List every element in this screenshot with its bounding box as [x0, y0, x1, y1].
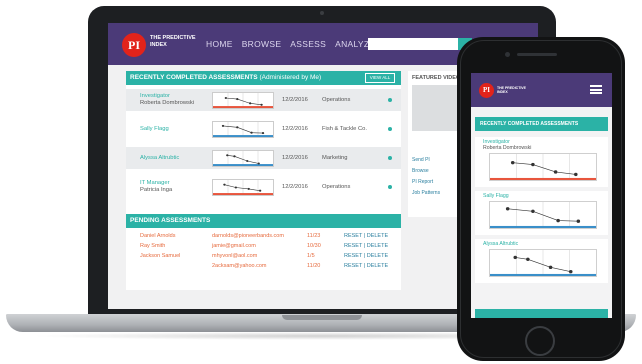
pattern-graph: [490, 202, 596, 228]
pending-name: Ray Smith: [140, 243, 166, 249]
person-name: Sally Flagg: [483, 193, 509, 199]
table-row[interactable]: IT Manager Patricia Inga 12/2/2016 Operatio…: [126, 176, 401, 198]
mobile-logo-text: THE PREDICTIVE INDEX: [497, 86, 526, 94]
pending-date: 11/20: [307, 263, 321, 269]
phone-screen: PI THE PREDICTIVE INDEX RECENTLY COMPLET…: [471, 73, 612, 318]
recent-assessments-header: RECENTLY COMPLETED ASSESSMENTS (Administ…: [126, 71, 401, 85]
logo-text: THE PREDICTIVE INDEX: [150, 35, 196, 48]
mobile-assessment-card[interactable]: Alyssa Altrubtic: [475, 239, 608, 283]
pattern-graph: [213, 122, 273, 137]
hamburger-menu-icon[interactable]: [590, 85, 602, 94]
nav-assess[interactable]: ASSESS: [290, 39, 326, 49]
pending-row: Jackson Samuel mhyvonl@aol.com 1/5 RESET | …: [140, 253, 395, 263]
pending-date: 1/5: [307, 253, 315, 259]
nav-menu: HOME BROWSE ASSESS ANALYZE: [206, 39, 375, 49]
assessment-department: Fish & Tackle Co.: [322, 126, 367, 132]
person-name: Alyssa Altrubtic: [483, 241, 519, 247]
person-name: Roberta Dombrowski: [140, 100, 195, 106]
pending-email: darnolds@pioneerbands.com: [212, 233, 284, 239]
search-input[interactable]: [368, 38, 458, 50]
person-role: Investigator: [140, 93, 170, 99]
nav-browse[interactable]: BROWSE: [242, 39, 282, 49]
assessment-date: 12/2/2016: [282, 155, 308, 161]
assessment-department: Operations: [322, 184, 351, 190]
assessment-department: Operations: [322, 97, 351, 103]
pending-date: 10/30: [307, 243, 321, 249]
pending-assessments-header: PENDING ASSESSMENTS: [126, 214, 401, 228]
mobile-assessment-card[interactable]: Investigator Roberta Dombrowski: [475, 137, 608, 187]
pattern-graph-box: [212, 179, 274, 196]
status-dot-icon: [388, 98, 392, 102]
pattern-graph: [490, 250, 596, 276]
pattern-graph: [213, 93, 273, 108]
pending-assessments-panel: PENDING ASSESSMENTS Daniel Arnolds darnol…: [126, 214, 401, 290]
mobile-pattern-graph-box: [489, 153, 597, 181]
mobile-navbar: PI THE PREDICTIVE INDEX: [471, 73, 612, 107]
person-name: Roberta Dombrowski: [483, 145, 532, 151]
laptop-camera: [320, 11, 324, 15]
reset-delete-link[interactable]: RESET | DELETE: [344, 253, 388, 259]
laptop-notch: [282, 315, 362, 320]
pattern-graph-box: [212, 92, 274, 109]
phone-camera: [505, 52, 510, 57]
person-name: Sally Flagg: [140, 126, 169, 132]
table-row[interactable]: Sally Flagg 12/2/2016 Fish & Tackle Co.: [126, 118, 401, 140]
assessment-person[interactable]: Alyssa Altrubtic: [140, 155, 206, 162]
person-name: Alyssa Altrubtic: [140, 155, 180, 161]
mobile-pattern-graph-box: [489, 201, 597, 229]
assessment-person[interactable]: IT Manager Patricia Inga: [140, 180, 206, 194]
pattern-graph: [213, 151, 273, 166]
link-send-pi[interactable]: Send PI: [412, 155, 440, 166]
status-dot-icon: [388, 185, 392, 189]
assessment-date: 12/2/2016: [282, 97, 308, 103]
status-dot-icon: [388, 156, 392, 160]
recent-assessments-title: RECENTLY COMPLETED ASSESSMENTS (Administ…: [130, 74, 322, 81]
assessment-date: 12/2/2016: [282, 126, 308, 132]
mobile-person: Alyssa Altrubtic: [483, 241, 518, 247]
pending-row: Daniel Arnolds darnolds@pioneerbands.com 1…: [140, 233, 395, 243]
pending-date: 11/23: [307, 233, 321, 239]
status-dot-icon: [388, 127, 392, 131]
reset-delete-link[interactable]: RESET | DELETE: [344, 233, 388, 239]
mobile-pattern-graph-box: [489, 249, 597, 277]
pending-row: Ray Smith jamie@gmail.com 10/30 RESET | DEL…: [140, 243, 395, 253]
phone-speaker: [517, 53, 557, 56]
pending-assessments-title: PENDING ASSESSMENTS: [130, 217, 211, 224]
pending-name: Jackson Samuel: [140, 253, 181, 259]
pending-name: Daniel Arnolds: [140, 233, 176, 239]
table-row[interactable]: Alyssa Altrubtic 12/2/2016 Marketing: [126, 147, 401, 169]
pattern-graph-box: [212, 150, 274, 167]
reset-delete-link[interactable]: RESET | DELETE: [344, 263, 388, 269]
assessment-date: 12/2/2016: [282, 184, 308, 190]
person-role: IT Manager: [140, 180, 170, 186]
pending-email: 2acksam@yahoo.com: [212, 263, 267, 269]
home-button[interactable]: [525, 326, 555, 356]
reset-delete-link[interactable]: RESET | DELETE: [344, 243, 388, 249]
mobile-assessment-card[interactable]: Sally Flagg: [475, 191, 608, 235]
pattern-graph: [490, 154, 596, 180]
assessment-department: Marketing: [322, 155, 348, 161]
view-all-button[interactable]: VIEW ALL: [365, 73, 395, 83]
person-name: Patricia Inga: [140, 187, 173, 193]
recent-assessments-panel: RECENTLY COMPLETED ASSESSMENTS (Administ…: [126, 71, 401, 217]
pattern-graph-box: [212, 121, 274, 138]
mobile-recent-title: RECENTLY COMPLETED ASSESSMENTS: [480, 121, 579, 127]
mobile-person: Sally Flagg: [483, 193, 509, 199]
pending-email: jamie@gmail.com: [212, 243, 256, 249]
mobile-footer-bar: [475, 309, 608, 318]
pending-email: mhyvonl@aol.com: [212, 253, 258, 259]
mobile-pi-logo-icon[interactable]: PI: [479, 83, 494, 98]
assessment-person[interactable]: Investigator Roberta Dombrowski: [140, 93, 206, 107]
assessment-person[interactable]: Sally Flagg: [140, 126, 206, 133]
pi-logo-icon[interactable]: PI: [122, 33, 146, 57]
link-pi-report[interactable]: PI Report: [412, 177, 440, 188]
link-browse[interactable]: Browse: [412, 166, 440, 177]
nav-home[interactable]: HOME: [206, 39, 233, 49]
pending-row: 2acksam@yahoo.com 11/20 RESET | DELETE: [140, 263, 395, 273]
mobile-recent-header: RECENTLY COMPLETED ASSESSMENTS: [475, 117, 608, 131]
mobile-person: Investigator Roberta Dombrowski: [483, 139, 531, 151]
table-row[interactable]: Investigator Roberta Dombrowski 12/2/2016 O…: [126, 89, 401, 111]
link-job-patterns[interactable]: Job Patterns: [412, 188, 440, 199]
pattern-graph: [213, 180, 273, 195]
